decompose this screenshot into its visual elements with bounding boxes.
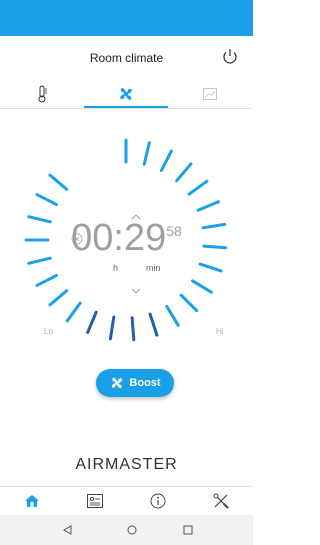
system-recents-button[interactable] [178,521,198,539]
dial-tick [48,289,69,307]
bottom-nav [0,486,253,515]
dial-tick [198,262,223,273]
decrease-arrow[interactable] [131,281,141,299]
chevron-down-icon [131,288,141,294]
dial-tick [165,305,180,327]
brand-logo: AIRMASTER [75,456,178,473]
tab-statistics[interactable] [168,80,252,108]
recents-icon [183,525,193,535]
high-label: Hi [216,327,224,336]
status-bar [0,0,253,36]
dial-tick [175,162,193,183]
dial-tick [35,193,58,207]
system-home-button[interactable] [122,521,142,539]
timer-display: 00:2958 [0,217,253,260]
tab-ventilation[interactable] [84,80,168,108]
boost-button[interactable]: Boost [96,369,174,397]
power-icon [223,49,237,64]
low-label: Lo [44,327,53,336]
app-header: Room climate [0,36,253,80]
system-nav-bar [0,515,253,545]
timer-value: 00:29 [71,217,167,259]
fan-icon [120,88,132,100]
dial-tick [35,273,58,287]
dial-tick [108,315,116,341]
nav-overview[interactable] [63,487,126,515]
tab-temperature[interactable] [0,80,84,108]
nav-settings[interactable] [189,487,252,515]
home-icon [24,495,39,507]
list-card-icon [86,494,103,508]
dial-tick [179,293,199,313]
dial-tick [86,310,98,334]
system-back-button[interactable] [58,521,78,539]
dial-tick [148,312,159,337]
dial-tick [142,141,151,166]
dial-tick [191,279,213,294]
nav-info[interactable] [126,487,189,515]
dial-tick [196,200,220,212]
info-icon [150,493,165,509]
home-circle-icon [127,525,137,535]
dial-tick [130,316,136,342]
dial-tick [187,179,209,196]
minutes-label: min [146,263,161,273]
top-tabs [0,80,253,109]
dial-tick [48,173,69,191]
page-title: Room climate [89,51,164,65]
chart-icon [203,88,217,100]
back-icon [63,525,72,535]
timer-seconds: 58 [166,223,182,239]
hours-label: h [113,263,119,273]
nav-home[interactable] [0,487,63,515]
dial-tick [65,301,82,323]
dial-tick [159,149,173,172]
boost-label: Boost [129,377,161,389]
thermometer-icon [38,85,47,103]
tools-icon [213,493,229,509]
power-button[interactable] [219,46,241,68]
fan-icon [112,377,123,389]
